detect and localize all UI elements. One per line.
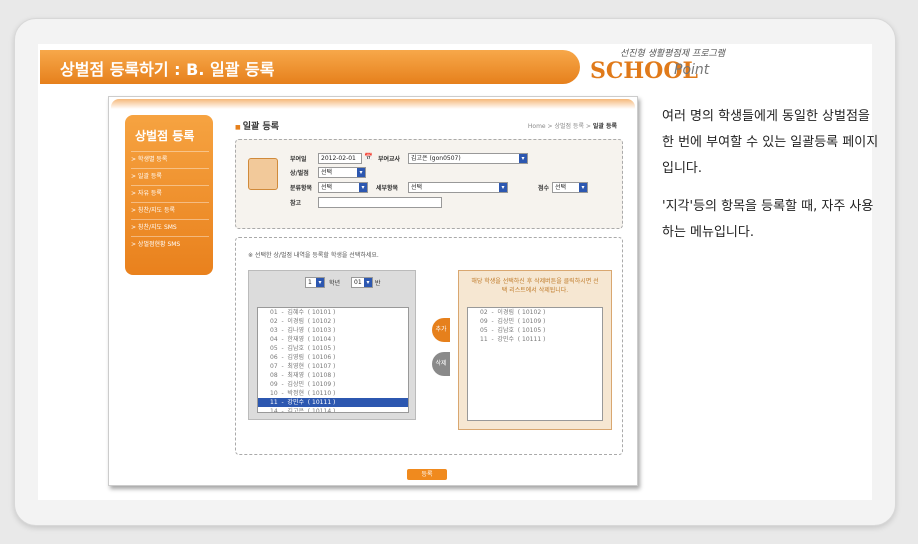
delete-button[interactable]: 삭제 bbox=[432, 352, 450, 376]
student-option[interactable]: 03 - 김나영 ( 10103 ) bbox=[258, 326, 408, 335]
student-selection-box: ※ 선택한 상/벌점 내역을 등록할 학생을 선택하세요. 1 학년 01 반 … bbox=[235, 237, 623, 455]
student-listbox[interactable]: 01 - 김혜수 ( 10101 ) 02 - 이경림 ( 10102 ) 03 -… bbox=[257, 307, 409, 413]
student-option[interactable]: 08 - 최재영 ( 10108 ) bbox=[258, 371, 408, 380]
student-option[interactable]: 01 - 김혜수 ( 10101 ) bbox=[258, 308, 408, 317]
sidebar-item-praise[interactable]: > 칭찬/지도 등록 bbox=[131, 202, 209, 219]
instruction-text: ※ 선택한 상/벌점 내역을 등록할 학생을 선택하세요. bbox=[248, 252, 379, 259]
class-label: 반 bbox=[375, 280, 381, 287]
school-point-logo: 선진형 생활평점제 프로그램 SCHOOL Point bbox=[590, 49, 740, 90]
description-paragraph-2: '지각'등의 항목을 등록할 때, 자주 사용하는 메뉴입니다. bbox=[662, 199, 874, 240]
sidebar-item-bulk[interactable]: > 일괄 등록 bbox=[131, 168, 209, 185]
breadcrumb-current: 일괄 등록 bbox=[592, 123, 617, 130]
delete-instruction: 해당 학생을 선택하신 후 삭제버튼을 클릭하시면 선택 리스트에서 삭제됩니다… bbox=[471, 278, 599, 294]
title-banner: 상벌점 등록하기 : B. 일괄 등록 bbox=[40, 50, 580, 84]
selected-student-option[interactable]: 11 - 강민수 ( 10111 ) bbox=[468, 335, 602, 344]
selected-student-option[interactable]: 09 - 김상민 ( 10109 ) bbox=[468, 317, 602, 326]
selected-student-option[interactable]: 05 - 김남호 ( 10105 ) bbox=[468, 326, 602, 335]
class-select[interactable]: 01 bbox=[351, 277, 373, 288]
selected-list-panel: 해당 학생을 선택하신 후 삭제버튼을 클릭하시면 선택 리스트에서 삭제됩니다… bbox=[458, 270, 612, 430]
student-option[interactable]: 04 - 한재영 ( 10104 ) bbox=[258, 335, 408, 344]
student-option[interactable]: 10 - 박정현 ( 10110 ) bbox=[258, 389, 408, 398]
sidebar-item-student[interactable]: > 학생별 등록 bbox=[131, 151, 209, 168]
student-option[interactable]: 09 - 김상민 ( 10109 ) bbox=[258, 380, 408, 389]
logo-point: Point bbox=[674, 62, 710, 78]
note-input[interactable] bbox=[318, 197, 442, 208]
app-header-bar bbox=[111, 99, 635, 109]
student-option[interactable]: 07 - 최영현 ( 10107 ) bbox=[258, 362, 408, 371]
category-select[interactable]: 선택 bbox=[318, 182, 368, 193]
student-option[interactable]: 02 - 이경림 ( 10102 ) bbox=[258, 317, 408, 326]
teacher-select[interactable]: 김고은 (gon0507) bbox=[408, 153, 528, 164]
description-paragraph-1: 여러 명의 학생들에게 동일한 상벌점을 한 번에 부여할 수 있는 일괄등록 … bbox=[662, 109, 879, 176]
date-input[interactable]: 2012-02-01 bbox=[318, 153, 362, 164]
registration-form: 부여일 2012-02-01 📅 부여교사 김고은 (gon0507) 상/벌점… bbox=[235, 139, 623, 229]
app-screenshot: 상벌점 등록 > 학생별 등록 > 일괄 등록 > 자유 등록 > 칭찬/지도 … bbox=[108, 96, 638, 486]
teacher-label: 부여교사 bbox=[378, 156, 401, 163]
student-list-panel: 1 학년 01 반 01 - 김혜수 ( 10101 )02 - 이경림 ( 1… bbox=[248, 270, 416, 420]
grade-select[interactable]: 1 bbox=[305, 277, 325, 288]
notepad-icon bbox=[248, 158, 278, 190]
breadcrumb: Home > 상벌점 등록 > 일괄 등록 bbox=[528, 121, 617, 130]
sidebar-item-praise-sms[interactable]: > 칭찬/지도 SMS bbox=[131, 219, 209, 236]
calendar-icon[interactable]: 📅 bbox=[364, 153, 373, 161]
banner-title: 상벌점 등록하기 : B. 일괄 등록 bbox=[60, 60, 275, 79]
breadcrumb-path[interactable]: Home > 상벌점 등록 > bbox=[528, 123, 593, 130]
category-label: 분류항목 bbox=[290, 185, 313, 192]
submit-button[interactable]: 등록 bbox=[407, 469, 447, 480]
student-option[interactable]: 11 - 강민수 ( 10111 ) bbox=[258, 398, 408, 407]
sidebar: 상벌점 등록 > 학생별 등록 > 일괄 등록 > 자유 등록 > 칭찬/지도 … bbox=[125, 115, 213, 275]
student-option[interactable]: 14 - 김고은 ( 10114 ) bbox=[258, 407, 408, 412]
sidebar-heading: 상벌점 등록 bbox=[135, 129, 195, 143]
detail-select[interactable]: 선택 bbox=[408, 182, 508, 193]
grade-label: 학년 bbox=[329, 280, 341, 287]
page-title: 일괄 등록 bbox=[235, 119, 279, 132]
type-label: 상/벌점 bbox=[290, 170, 309, 177]
type-select[interactable]: 선택 bbox=[318, 167, 366, 178]
detail-label: 세부항목 bbox=[376, 185, 399, 192]
sidebar-item-status-sms[interactable]: > 상벌점현황 SMS bbox=[131, 236, 209, 253]
sidebar-item-free[interactable]: > 자유 등록 bbox=[131, 185, 209, 202]
description: 여러 명의 학생들에게 동일한 상벌점을 한 번에 부여할 수 있는 일괄등록 … bbox=[662, 104, 882, 258]
add-button[interactable]: 추가 bbox=[432, 318, 450, 342]
score-select[interactable]: 선택 bbox=[552, 182, 588, 193]
selected-listbox[interactable]: 02 - 이경림 ( 10102 ) 09 - 김상민 ( 10109 ) 05 -… bbox=[467, 307, 603, 421]
score-label: 점수 bbox=[538, 185, 550, 192]
student-option[interactable]: 05 - 김남호 ( 10105 ) bbox=[258, 344, 408, 353]
note-label: 참고 bbox=[290, 200, 302, 207]
selected-student-option[interactable]: 02 - 이경림 ( 10102 ) bbox=[468, 308, 602, 317]
student-option[interactable]: 06 - 김영림 ( 10106 ) bbox=[258, 353, 408, 362]
date-label: 부여일 bbox=[290, 156, 307, 163]
